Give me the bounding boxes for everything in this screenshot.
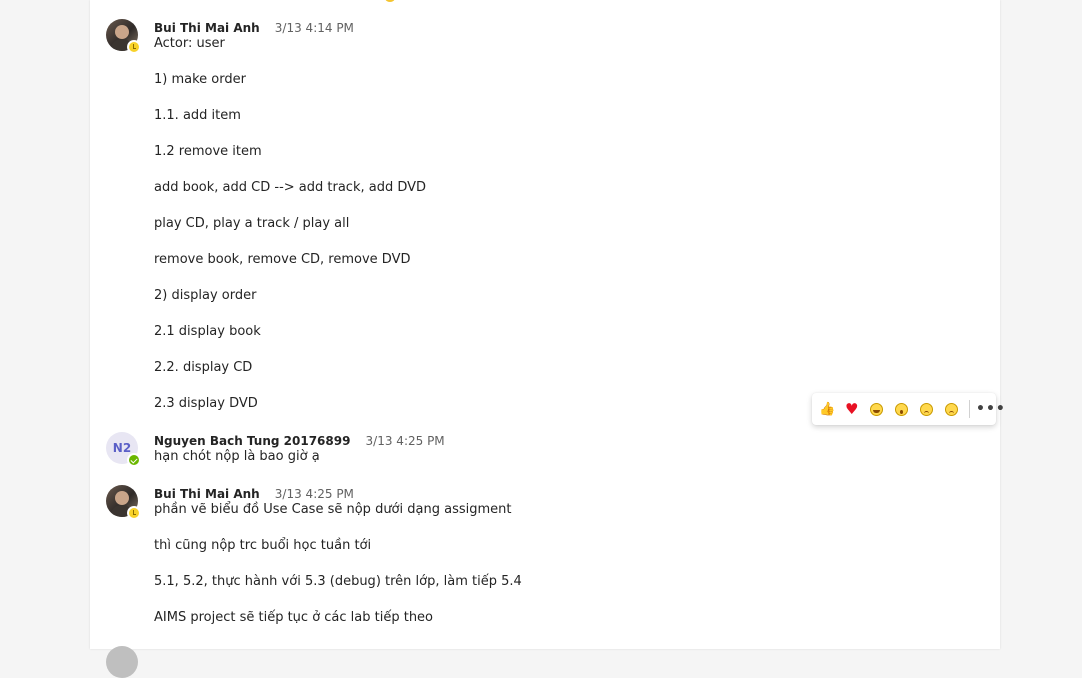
avatar[interactable] [106,646,138,678]
message-line: 2.1 display book [154,324,261,339]
message-header: Bui Thi Mai Anh 3/13 4:14 PM [154,17,354,36]
away-status-icon [127,40,141,54]
message-line: add book, add CD --> add track, add DVD [154,180,427,195]
message-line: remove book, remove CD, remove DVD [154,252,411,267]
message-header: Nguyen Bach Tung 20176899 3/13 4:25 PM [154,430,445,449]
message-line: 2.2. display CD [154,360,253,375]
timestamp: 3/13 4:14 PM [274,21,354,35]
chat-panel: Bui Thi Mai Anh 3/13 4:14 PM Actor: user… [90,0,1000,678]
sad-icon[interactable] [917,400,936,419]
message-header: Bui Thi Mai Anh 3/13 4:25 PM [154,483,354,502]
timestamp: 3/13 4:25 PM [365,434,445,448]
angry-icon[interactable] [942,400,961,419]
message-line: play CD, play a track / play all [154,216,350,231]
message-line: Actor: user [154,36,225,51]
divider [969,400,970,418]
author-name[interactable]: Nguyen Bach Tung 20176899 [154,434,350,448]
message-line: 5.1, 5.2, thực hành với 5.3 (debug) trên… [154,574,522,589]
reaction-bar: 👍 ♥ ••• [812,393,1005,425]
message-line: phần vẽ biểu đồ Use Case sẽ nộp dưới dạn… [154,502,512,517]
heart-icon[interactable]: ♥ [843,400,862,419]
message-line: thì cũng nộp trc buổi học tuần tới [154,538,372,553]
author-name[interactable]: Bui Thi Mai Anh [154,21,260,35]
more-options-icon[interactable]: ••• [976,401,1005,417]
message-line: hạn chót nộp là bao giờ ạ [154,449,320,464]
reaction-emoji-icon [385,0,395,2]
message-line: 2.3 display DVD [154,396,258,411]
laugh-icon[interactable] [867,400,886,419]
message-line: 1) make order [154,72,246,87]
surprised-icon[interactable] [892,400,911,419]
like-icon[interactable]: 👍 [818,400,837,419]
message-line: 1.1. add item [154,108,241,123]
message-line: 2) display order [154,288,257,303]
message-line: AIMS project sẽ tiếp tục ở các lab tiếp … [154,610,434,625]
author-name[interactable]: Bui Thi Mai Anh [154,487,260,501]
available-status-icon [127,453,141,467]
message-line: 1.2 remove item [154,144,262,159]
timestamp: 3/13 4:25 PM [274,487,354,501]
away-status-icon [127,506,141,520]
